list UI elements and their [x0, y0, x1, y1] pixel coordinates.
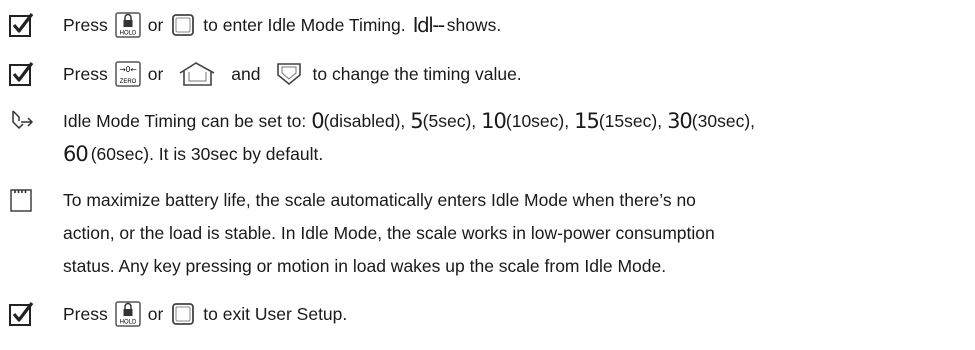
- step-1-shows: shows.: [446, 15, 502, 35]
- step-2-and: and: [231, 64, 261, 84]
- step-1-text-after: to enter Idle Mode Timing.: [203, 15, 406, 35]
- step-2-press: Press: [63, 64, 108, 84]
- step-2-text-after: to change the timing value.: [312, 64, 522, 84]
- value-label: (15sec),: [598, 111, 663, 131]
- zero-key-icon: →0← ZERO: [114, 61, 141, 87]
- step-2-or: or: [147, 64, 164, 84]
- note-icon: [10, 189, 32, 212]
- step-5-text-after: to exit User Setup.: [203, 304, 348, 324]
- value-label: (10sec),: [505, 111, 570, 131]
- blank-key-icon: [170, 301, 196, 327]
- value-digit: 60: [63, 142, 89, 166]
- display-readout: Idl--: [412, 13, 446, 37]
- value-digit: 30: [667, 109, 693, 133]
- value-digit: 15: [574, 109, 600, 133]
- hold-key-icon: HOLD: [114, 301, 141, 327]
- up-key-icon: [177, 61, 217, 87]
- hold-key-label: HOLD: [119, 320, 136, 326]
- value-label: (60sec). It is 30sec by default.: [90, 144, 324, 164]
- step-1-press: Press: [63, 15, 108, 35]
- step-3-intro: Idle Mode Timing can be set to:: [63, 111, 307, 131]
- zero-key-top: →0←: [119, 65, 136, 74]
- value-digit: 10: [481, 109, 507, 133]
- arrow-hint-icon: [12, 110, 34, 130]
- step-1-text: Press HOLD or to enter Idle Mode Timing.…: [63, 12, 501, 38]
- blank-key-icon: [170, 12, 196, 38]
- step-3-line-2: 60 (60sec). It is 30sec by default.: [63, 141, 323, 167]
- zero-key-bottom: ZERO: [119, 79, 136, 85]
- step-5-or: or: [147, 304, 164, 324]
- value-digit: 0: [311, 109, 324, 133]
- note-line: status. Any key pressing or motion in lo…: [63, 256, 667, 276]
- note-line: action, or the load is stable. In Idle M…: [63, 223, 715, 243]
- value-digit: 5: [410, 109, 423, 133]
- step-1-or: or: [147, 15, 164, 35]
- check-box-icon: [9, 13, 34, 37]
- check-box-icon: [9, 62, 34, 86]
- value-label: (disabled),: [323, 111, 406, 131]
- step-2-text: Press →0← ZERO or and to change the timi…: [63, 61, 522, 87]
- hold-key-icon: HOLD: [114, 12, 141, 38]
- check-box-icon: [9, 302, 34, 326]
- step-5-press: Press: [63, 304, 108, 324]
- step-5-text: Press HOLD or to exit User Setup.: [63, 301, 347, 327]
- down-key-icon: [275, 61, 303, 87]
- hold-key-label: HOLD: [119, 31, 136, 37]
- note-line: To maximize battery life, the scale auto…: [63, 190, 696, 210]
- value-label: (30sec),: [691, 111, 756, 131]
- value-label: (5sec),: [422, 111, 477, 131]
- step-3-line-1: Idle Mode Timing can be set to: 0 (disabl…: [63, 108, 755, 134]
